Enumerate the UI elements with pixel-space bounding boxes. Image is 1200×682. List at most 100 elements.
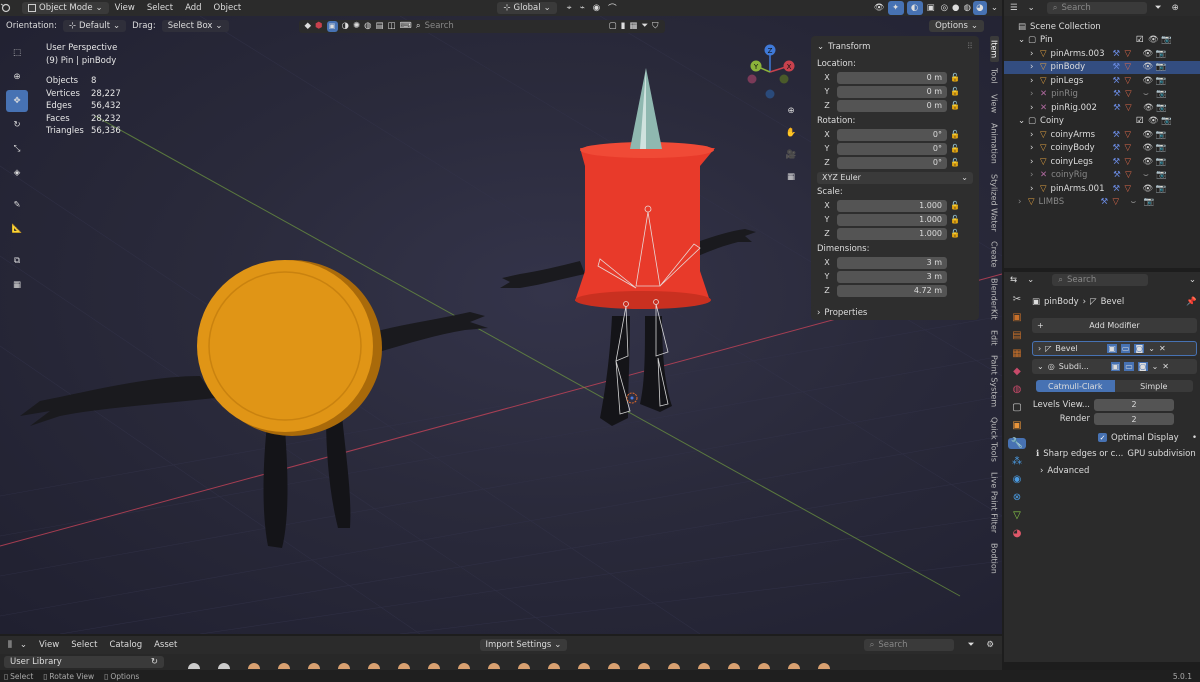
- scale-field[interactable]: 1.000: [837, 199, 947, 212]
- asset-thumbnail-icon[interactable]: [278, 663, 290, 669]
- pivot-icon[interactable]: ⌖: [563, 3, 576, 13]
- lock-icon[interactable]: 🔓: [947, 87, 963, 96]
- chevron-down-icon[interactable]: ⌄: [20, 640, 33, 650]
- xray-icon[interactable]: ▣: [923, 3, 939, 13]
- asset-thumbnail-icon[interactable]: [488, 663, 500, 669]
- camera-icon[interactable]: 📷: [1156, 76, 1167, 86]
- pin-character[interactable]: [500, 68, 756, 426]
- lock-icon[interactable]: 🔓: [947, 201, 963, 210]
- camera-icon[interactable]: 📷: [1156, 89, 1167, 99]
- render-levels-field[interactable]: 2: [1094, 413, 1174, 426]
- filter-icon[interactable]: ⏷: [1147, 3, 1170, 13]
- new-collection-icon[interactable]: ⊕: [1170, 3, 1181, 13]
- falloff-icon[interactable]: ⌒: [604, 2, 621, 14]
- view-icon[interactable]: ▢: [609, 21, 617, 31]
- outliner-row[interactable]: › ▽ pinLegs ⚒ ▽ 👁 📷: [1004, 74, 1200, 88]
- menu-select[interactable]: Select: [141, 3, 179, 13]
- outliner-row[interactable]: › ▽ coinyArms ⚒ ▽ 👁 📷: [1004, 128, 1200, 142]
- filter-light-icon[interactable]: ✺: [353, 21, 360, 31]
- asset-search-placeholder[interactable]: Search: [425, 21, 605, 31]
- filter-camera-icon[interactable]: ◫: [388, 21, 396, 31]
- levels-viewport-field[interactable]: 2: [1094, 398, 1174, 411]
- move-tool[interactable]: ✥: [6, 90, 28, 112]
- asset-thumbnail-icon[interactable]: [818, 663, 830, 669]
- constraints-tab-icon[interactable]: ⊗: [1013, 492, 1021, 503]
- sidebar-tab-view[interactable]: View: [990, 90, 999, 117]
- asset-thumbnail-icon[interactable]: [338, 663, 350, 669]
- outliner-row[interactable]: ⌄ ▢ Pin ☑ 👁 📷: [1004, 34, 1200, 48]
- asset-thumbnail-icon[interactable]: [248, 663, 260, 669]
- mesh-filter-icon[interactable]: ⬢: [315, 21, 322, 31]
- menu-view[interactable]: View: [109, 3, 141, 13]
- eye-icon[interactable]: 👁: [1143, 157, 1156, 167]
- gizmo-neg-x[interactable]: [747, 74, 757, 84]
- chevron-down-icon[interactable]: ⌄: [1152, 362, 1159, 371]
- chevron-right-icon[interactable]: ›: [1030, 76, 1040, 86]
- dimensions-field[interactable]: 4.72 m: [837, 284, 947, 297]
- eye-icon[interactable]: 👁: [1143, 76, 1156, 86]
- properties-search-input[interactable]: ⌕ Search: [1052, 274, 1149, 286]
- grid-view-icon[interactable]: ▦: [629, 21, 637, 31]
- asset-thumbnail-icon[interactable]: [548, 663, 560, 669]
- editor-type-icon[interactable]: [0, 3, 22, 13]
- filter-text-icon[interactable]: ⌨: [400, 21, 412, 31]
- options-dropdown[interactable]: Options ⌄: [929, 20, 984, 32]
- chevron-down-icon[interactable]: ⌄: [1185, 275, 1200, 285]
- physics-tab-icon[interactable]: ◉: [1013, 474, 1022, 485]
- outliner-row[interactable]: › ▽ coinyBody ⚒ ▽ 👁 📷: [1004, 142, 1200, 156]
- catmull-clark-button[interactable]: Catmull-Clark: [1036, 380, 1115, 392]
- object-tab-icon[interactable]: ▣: [1012, 420, 1021, 431]
- asset-menu-select[interactable]: Select: [65, 640, 103, 650]
- render-toggle-icon[interactable]: ◙: [1137, 362, 1148, 371]
- sidebar-tab-item[interactable]: Item: [989, 36, 999, 63]
- visibility-icon[interactable]: 👁: [871, 3, 888, 13]
- asset-thumbnail-icon[interactable]: [668, 663, 680, 669]
- camera-icon[interactable]: 📷: [1156, 103, 1167, 113]
- lock-icon[interactable]: 🔓: [947, 215, 963, 224]
- chevron-right-icon[interactable]: ›: [1030, 130, 1040, 140]
- close-icon[interactable]: ✕: [1159, 344, 1166, 353]
- asset-thumbnail-icon[interactable]: [518, 663, 530, 669]
- shading-options-icon[interactable]: ⌄: [987, 3, 1002, 13]
- advanced-subpanel[interactable]: › Advanced: [1032, 464, 1197, 478]
- gizmo-neg-z[interactable]: [765, 89, 775, 99]
- material-tab-icon[interactable]: ◕: [1013, 528, 1022, 539]
- asset-thumbnail-icon[interactable]: [788, 663, 800, 669]
- sidebar-tab-stylized-water[interactable]: Stylized Water: [990, 170, 999, 236]
- outliner-row[interactable]: › ✕ pinRig.002 ⚒ ▽ 👁 📷: [1004, 101, 1200, 115]
- shading-wire-icon[interactable]: ◎: [939, 3, 950, 13]
- properties-editor-icon[interactable]: ⇆: [1004, 275, 1023, 285]
- viewport-toggle-icon[interactable]: ▭: [1120, 344, 1131, 353]
- chevron-right-icon[interactable]: ›: [1030, 157, 1040, 167]
- wrench-icon[interactable]: 🔧: [1007, 438, 1027, 449]
- dimensions-field[interactable]: 3 m: [837, 270, 947, 283]
- filter-icon[interactable]: ⏷: [964, 640, 979, 650]
- transform-panel-header[interactable]: ⌄ Transform ⠿: [817, 40, 973, 54]
- active-filter-icon[interactable]: ▣: [326, 20, 338, 32]
- filter-icon[interactable]: ⏷: [641, 21, 648, 31]
- modifier-bevel-header[interactable]: › ◸ Bevel ▣ ▭ ◙ ⌄ ✕: [1032, 341, 1197, 356]
- rotation-mode-dropdown[interactable]: XYZ Euler ⌄: [817, 171, 973, 184]
- asset-thumbnail-icon[interactable]: [608, 663, 620, 669]
- orientation-dropdown[interactable]: ⊹ Default ⌄: [62, 20, 127, 32]
- output-tab-icon[interactable]: ▤: [1012, 330, 1021, 341]
- optimal-display-checkbox[interactable]: ✓: [1098, 433, 1107, 443]
- rotate-tool[interactable]: ↻: [6, 114, 28, 136]
- checkbox-icon[interactable]: ☑: [1136, 35, 1148, 45]
- scale-tool[interactable]: ⤡: [6, 138, 28, 160]
- lock-icon[interactable]: 🔓: [947, 158, 963, 167]
- menu-add[interactable]: Add: [179, 3, 207, 13]
- editmode-toggle-icon[interactable]: ▣: [1110, 362, 1121, 371]
- particles-tab-icon[interactable]: ⁂: [1012, 456, 1022, 467]
- location-field[interactable]: 0 m: [837, 99, 947, 112]
- display-mode-icon[interactable]: ⌄: [1024, 3, 1039, 13]
- simple-button[interactable]: Simple: [1114, 380, 1193, 392]
- add-cube-tool[interactable]: ⧉: [6, 250, 28, 272]
- sidebar-tab-animation[interactable]: Animation: [990, 119, 999, 168]
- data-tab-icon[interactable]: ▽: [1013, 510, 1021, 521]
- outliner-row[interactable]: › ▽ pinArms.003 ⚒ ▽ 👁 📷: [1004, 47, 1200, 61]
- chevron-right-icon[interactable]: ›: [1030, 89, 1040, 99]
- dimensions-field[interactable]: 3 m: [837, 256, 947, 269]
- coiny-character[interactable]: [20, 260, 488, 548]
- eye-icon[interactable]: 👁: [1148, 35, 1161, 45]
